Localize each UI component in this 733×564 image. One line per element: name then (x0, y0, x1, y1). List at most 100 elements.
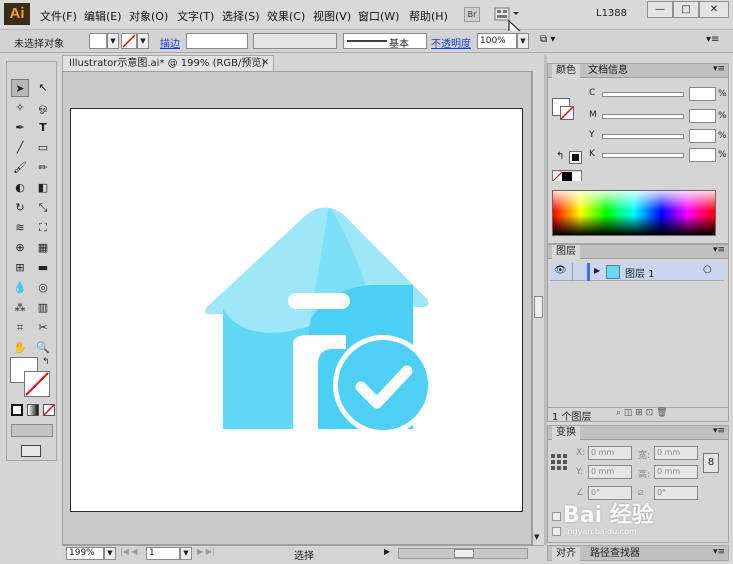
artboard-tool-icon[interactable]: ⌗ (11, 319, 29, 337)
dock-divider[interactable] (544, 55, 547, 545)
column-graph-tool-icon[interactable]: ▥ (34, 299, 52, 317)
opacity-dropdown[interactable]: ▼ (517, 33, 529, 49)
menu-window[interactable]: 窗口(W) (358, 8, 399, 24)
scroll-down-icon[interactable]: ▼ (534, 533, 539, 541)
panel-menu-icon[interactable]: ▾≡ (713, 64, 725, 74)
perspective-grid-tool-icon[interactable]: ▦ (34, 239, 52, 257)
document-setup-icon[interactable]: ⧉ ▾ (540, 34, 555, 45)
symbol-sprayer-tool-icon[interactable]: ⁂ (11, 299, 29, 317)
menu-help[interactable]: 帮助(H) (409, 8, 448, 24)
menu-type[interactable]: 文字(T) (177, 8, 214, 24)
color-stroke-box[interactable] (560, 106, 574, 120)
tab-layers[interactable]: 图层 (552, 245, 580, 259)
bridge-button[interactable]: Br (464, 7, 480, 22)
first-page-icon[interactable]: |◀ ◀ (120, 547, 138, 556)
drawing-modes-icon[interactable] (11, 424, 53, 437)
menu-view[interactable]: 视图(V) (313, 8, 351, 24)
tab-color[interactable]: 颜色 (552, 64, 580, 78)
fill-swatch[interactable] (89, 33, 107, 49)
rectangle-tool-icon[interactable]: ▭ (34, 139, 52, 157)
hand-tool-icon[interactable]: ✋ (11, 339, 29, 357)
web-safe-icon[interactable] (569, 151, 582, 164)
mesh-tool-icon[interactable]: ⊞ (11, 259, 29, 277)
menu-effect[interactable]: 效果(C) (267, 8, 305, 24)
h-input[interactable]: 0 mm (654, 465, 698, 479)
next-page-icon[interactable]: ▶ ▶| (197, 547, 215, 556)
slice-tool-icon[interactable]: ✂ (34, 319, 52, 337)
menu-object[interactable]: 对象(O) (129, 8, 168, 24)
variable-width-profile[interactable] (253, 33, 337, 49)
stroke-color-box[interactable] (24, 371, 50, 397)
color-spectrum[interactable] (552, 190, 716, 236)
maximize-button[interactable]: □ (673, 1, 699, 18)
eyedropper-tool-icon[interactable]: 💧 (11, 279, 29, 297)
type-tool-icon[interactable]: T (34, 119, 52, 137)
page-dropdown[interactable]: ▼ (180, 547, 192, 560)
none-black-white-swatches[interactable] (552, 170, 582, 182)
page-input[interactable]: 1 (146, 547, 180, 560)
y-input[interactable]: 0 mm (588, 465, 632, 479)
fill-dropdown[interactable]: ▼ (107, 33, 119, 49)
x-input[interactable]: 0 mm (588, 446, 632, 460)
selection-tool-icon[interactable]: ➤ (11, 79, 29, 97)
stroke-weight-input[interactable] (186, 33, 248, 49)
line-tool-icon[interactable]: ╱ (11, 139, 29, 157)
out-of-gamut-icon[interactable]: ↰ (556, 151, 564, 162)
stroke-dropdown[interactable]: ▼ (137, 33, 149, 49)
zoom-tool-icon[interactable]: 🔍 (34, 339, 52, 357)
close-tab-icon[interactable]: ✕ (261, 56, 269, 71)
scale-strokes-checkbox[interactable] (552, 512, 561, 521)
blob-brush-tool-icon[interactable]: ◐ (11, 179, 29, 197)
menu-edit[interactable]: 编辑(E) (84, 8, 122, 24)
menu-file[interactable]: 文件(F) (40, 8, 77, 24)
magic-wand-tool-icon[interactable]: ✧ (11, 99, 29, 117)
layer-name[interactable]: 图层 1 (625, 265, 655, 280)
align-pixel-grid-checkbox[interactable] (552, 527, 561, 536)
blend-tool-icon[interactable]: ◎ (34, 279, 52, 297)
pen-tool-icon[interactable]: ✒ (11, 119, 29, 137)
menu-select[interactable]: 选择(S) (222, 8, 260, 24)
scroll-thumb[interactable] (534, 296, 543, 318)
paintbrush-tool-icon[interactable]: 🖌 (11, 159, 29, 177)
rotate-tool-icon[interactable]: ↻ (11, 199, 29, 217)
status-menu-icon[interactable]: ▶ (384, 547, 390, 556)
panel-menu-icon[interactable]: ▾≡ (713, 547, 725, 557)
vertical-scrollbar[interactable]: ▼ (532, 71, 544, 545)
channel-y-slider[interactable] (602, 134, 684, 139)
screen-mode-icon[interactable] (21, 445, 41, 457)
pencil-tool-icon[interactable]: ✏ (34, 159, 52, 177)
tab-pathfinder[interactable]: 路径查找器 (586, 547, 644, 561)
workspace-switcher[interactable]: L1388 (596, 8, 627, 19)
eye-icon[interactable]: 👁 (554, 265, 567, 276)
reference-point-icon[interactable] (551, 454, 567, 470)
minimize-button[interactable]: — (647, 1, 673, 18)
opacity-input[interactable]: 100% (477, 33, 517, 49)
horizontal-scrollbar[interactable] (398, 548, 528, 559)
lasso-tool-icon[interactable]: ஓ (34, 99, 52, 117)
none-mode-icon[interactable] (43, 404, 55, 416)
scale-tool-icon[interactable]: ⤡ (34, 199, 52, 217)
tab-transform[interactable]: 变换 (552, 426, 580, 440)
channel-c-input[interactable] (689, 87, 716, 101)
tab-align[interactable]: 对齐 (552, 547, 580, 561)
expand-arrow-icon[interactable]: ▶ (594, 266, 600, 275)
tab-document-info[interactable]: 文档信息 (584, 64, 632, 78)
swap-colors-icon[interactable]: ↰ (42, 357, 50, 367)
artboard[interactable] (70, 108, 523, 512)
opacity-link[interactable]: 不透明度 (431, 35, 471, 50)
zoom-dropdown[interactable]: ▼ (104, 547, 116, 560)
panel-menu-icon[interactable]: ▾≡ (706, 34, 719, 45)
width-tool-icon[interactable]: ≋ (11, 219, 29, 237)
hscroll-thumb[interactable] (454, 549, 474, 558)
channel-m-input[interactable] (689, 109, 716, 123)
stroke-swatch[interactable] (121, 33, 137, 49)
channel-k-input[interactable] (689, 148, 716, 162)
channel-m-slider[interactable] (602, 114, 684, 119)
shape-builder-tool-icon[interactable]: ⊕ (11, 239, 29, 257)
gradient-mode-icon[interactable] (27, 404, 39, 416)
w-input[interactable]: 0 mm (654, 446, 698, 460)
channel-k-slider[interactable] (602, 153, 684, 158)
target-icon[interactable]: ○ (703, 264, 712, 275)
channel-y-input[interactable] (689, 129, 716, 143)
shear-input[interactable]: 0° (654, 486, 698, 500)
